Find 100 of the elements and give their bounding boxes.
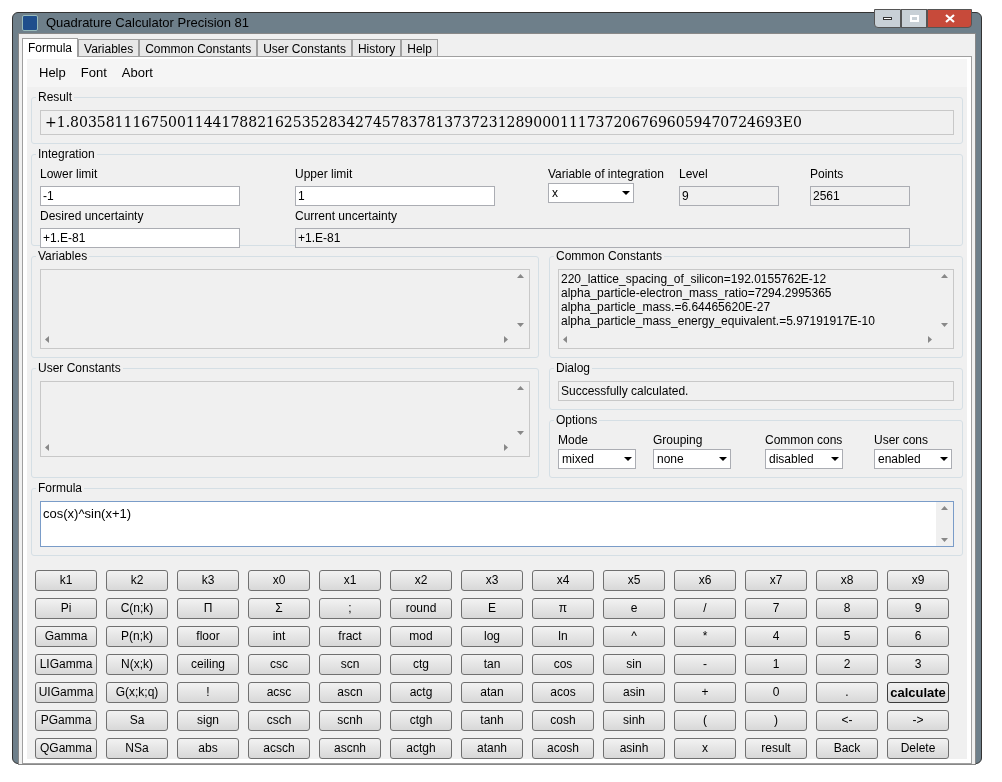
keypad-button[interactable]: Sa <box>106 709 168 731</box>
keypad-button[interactable]: * <box>674 625 736 647</box>
keypad-button[interactable]: ceiling <box>177 653 239 675</box>
dropdown[interactable]: enabled <box>874 448 952 469</box>
keypad-button[interactable]: k1 <box>35 569 97 591</box>
keypad-button[interactable]: x3 <box>461 569 523 591</box>
list-item[interactable]: alpha_particle-electron_mass_ratio=7294.2995365 <box>561 285 934 300</box>
keypad-button[interactable]: x4 <box>532 569 594 591</box>
scroll-right-arrow-icon[interactable] <box>928 335 932 343</box>
keypad-button[interactable]: acsch <box>248 737 310 759</box>
input-field[interactable]: +1.E-81 <box>40 227 240 248</box>
keypad-button[interactable]: tanh <box>461 709 523 731</box>
keypad-button[interactable]: csc <box>248 653 310 675</box>
keypad-button[interactable]: Gamma <box>35 625 97 647</box>
keypad-button[interactable]: ) <box>745 709 807 731</box>
vertical-scrollbar[interactable] <box>936 501 953 546</box>
keypad-button[interactable]: x <box>674 737 736 759</box>
keypad-button[interactable]: atan <box>461 681 523 703</box>
keypad-button[interactable]: Π <box>177 597 239 619</box>
tab[interactable]: User Constants <box>257 38 352 56</box>
keypad-button[interactable]: x9 <box>887 569 949 591</box>
scroll-up-arrow-icon[interactable] <box>941 505 948 510</box>
input-field[interactable]: -1 <box>40 185 240 206</box>
keypad-button[interactable]: tan <box>461 653 523 675</box>
scroll-left-arrow-icon[interactable] <box>45 335 49 343</box>
keypad-button[interactable]: round <box>390 597 452 619</box>
keypad-button[interactable]: ln <box>532 625 594 647</box>
keypad-button[interactable]: x7 <box>745 569 807 591</box>
scroll-down-arrow-icon[interactable] <box>517 322 524 327</box>
keypad-button[interactable]: 8 <box>816 597 878 619</box>
dropdown[interactable]: mixed <box>558 448 636 469</box>
keypad-button[interactable]: + <box>674 681 736 703</box>
close-button[interactable] <box>927 9 972 29</box>
keypad-button[interactable]: acos <box>532 681 594 703</box>
keypad-button[interactable]: scnh <box>319 709 381 731</box>
keypad-button[interactable]: acosh <box>532 737 594 759</box>
keypad-button[interactable]: -> <box>887 709 949 731</box>
tab[interactable]: Help <box>401 38 438 56</box>
tab[interactable]: Formula <box>22 37 78 57</box>
scroll-up-arrow-icon[interactable] <box>517 385 524 390</box>
maximize-button[interactable] <box>901 9 927 29</box>
list-item[interactable]: 220_lattice_spacing_of_silicon=192.0155762E-12 <box>561 271 934 286</box>
keypad-button[interactable]: k2 <box>106 569 168 591</box>
scroll-right-arrow-icon[interactable] <box>504 335 508 343</box>
keypad-button[interactable]: ^ <box>603 625 665 647</box>
keypad-button[interactable]: asinh <box>603 737 665 759</box>
keypad-button[interactable]: 9 <box>887 597 949 619</box>
keypad-button[interactable]: e <box>603 597 665 619</box>
list-item[interactable]: alpha_particle_mass.=6.64465620E-27 <box>561 299 934 314</box>
keypad-button[interactable]: 6 <box>887 625 949 647</box>
scroll-left-arrow-icon[interactable] <box>45 443 49 451</box>
input-field[interactable]: 9 <box>679 185 779 206</box>
keypad-button[interactable]: abs <box>177 737 239 759</box>
scroll-down-arrow-icon[interactable] <box>517 430 524 435</box>
keypad-button[interactable]: 3 <box>887 653 949 675</box>
keypad-button[interactable]: 4 <box>745 625 807 647</box>
keypad-button[interactable]: atanh <box>461 737 523 759</box>
keypad-button[interactable]: G(x;k;q) <box>106 681 168 703</box>
keypad-button[interactable]: ascn <box>319 681 381 703</box>
dropdown[interactable]: x <box>548 182 634 203</box>
keypad-button[interactable]: P(n;k) <box>106 625 168 647</box>
keypad-button[interactable]: Back <box>816 737 878 759</box>
keypad-button[interactable]: LIGamma <box>35 653 97 675</box>
keypad-button[interactable]: x2 <box>390 569 452 591</box>
keypad-button[interactable]: x1 <box>319 569 381 591</box>
scroll-up-arrow-icon[interactable] <box>941 273 948 278</box>
keypad-button[interactable]: x5 <box>603 569 665 591</box>
keypad-button[interactable]: Delete <box>887 737 949 759</box>
keypad-button[interactable]: 0 <box>745 681 807 703</box>
scroll-up-arrow-icon[interactable] <box>517 273 524 278</box>
keypad-button[interactable]: calculate <box>887 681 949 703</box>
keypad-button[interactable]: 1 <box>745 653 807 675</box>
tab[interactable]: Common Constants <box>139 38 258 56</box>
keypad-button[interactable]: π <box>532 597 594 619</box>
keypad-button[interactable]: cos <box>532 653 594 675</box>
dropdown[interactable]: disabled <box>765 448 843 469</box>
minimize-button[interactable] <box>874 9 901 29</box>
keypad-button[interactable]: x8 <box>816 569 878 591</box>
input-field[interactable]: 2561 <box>810 185 910 206</box>
keypad-button[interactable]: floor <box>177 625 239 647</box>
keypad-button[interactable]: ! <box>177 681 239 703</box>
keypad-button[interactable]: <- <box>816 709 878 731</box>
formula-editor[interactable]: cos(x)^sin(x+1) <box>40 500 954 547</box>
keypad-button[interactable]: x6 <box>674 569 736 591</box>
keypad-button[interactable]: sin <box>603 653 665 675</box>
keypad-button[interactable]: actgh <box>390 737 452 759</box>
scroll-right-arrow-icon[interactable] <box>504 443 508 451</box>
keypad-button[interactable]: cosh <box>532 709 594 731</box>
keypad-button[interactable]: 7 <box>745 597 807 619</box>
keypad-button[interactable]: sign <box>177 709 239 731</box>
keypad-button[interactable]: ( <box>674 709 736 731</box>
keypad-button[interactable]: E <box>461 597 523 619</box>
list-item[interactable]: alpha_particle_mass_energy_equivalent.=5.97191917E-10 <box>561 313 934 328</box>
keypad-button[interactable]: - <box>674 653 736 675</box>
dropdown[interactable]: none <box>653 448 731 469</box>
keypad-button[interactable]: 5 <box>816 625 878 647</box>
keypad-button[interactable]: QGamma <box>35 737 97 759</box>
keypad-button[interactable]: 2 <box>816 653 878 675</box>
keypad-button[interactable]: asin <box>603 681 665 703</box>
keypad-button[interactable]: fract <box>319 625 381 647</box>
